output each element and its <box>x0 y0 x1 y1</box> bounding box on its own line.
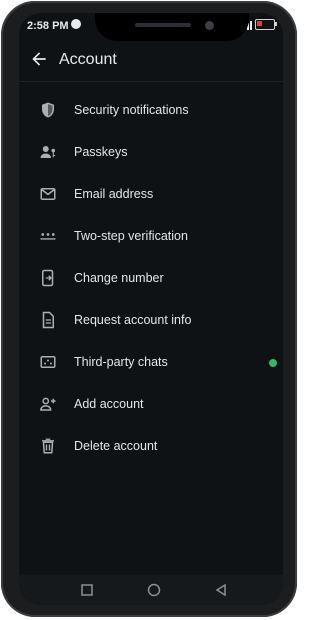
item-label: Two-step verification <box>74 229 188 243</box>
person-add-icon <box>39 395 57 413</box>
camera-notch <box>95 13 249 41</box>
phone-swap-icon <box>39 269 57 287</box>
home-circle-icon[interactable] <box>146 582 162 598</box>
app-bar: Account <box>19 43 283 79</box>
document-icon <box>39 311 57 329</box>
two-step-verification-item[interactable]: Two-step verification <box>19 216 283 258</box>
header-divider <box>19 81 283 82</box>
item-label: Email address <box>74 187 154 201</box>
page-title: Account <box>59 51 117 68</box>
screen: 2:58 PM 4G Account <box>19 13 283 605</box>
third-party-chats-item[interactable]: Third-party chats <box>19 342 283 384</box>
system-nav-bar <box>19 575 283 605</box>
trash-icon <box>39 437 57 455</box>
email-address-item[interactable]: Email address <box>19 174 283 216</box>
item-label: Add account <box>74 397 144 411</box>
item-label: Passkeys <box>74 145 128 159</box>
status-time: 2:58 PM <box>27 20 69 32</box>
phone-frame: 2:58 PM 4G Account <box>1 1 297 617</box>
recents-square-icon[interactable] <box>79 582 95 598</box>
back-arrow-icon[interactable] <box>29 49 49 69</box>
shield-icon <box>39 101 57 119</box>
settings-list: Security notifications Passkeys Email ad… <box>19 90 283 468</box>
security-notifications-item[interactable]: Security notifications <box>19 90 283 132</box>
item-label: Change number <box>74 271 164 285</box>
passkeys-item[interactable]: Passkeys <box>19 132 283 174</box>
password-dots-icon <box>39 227 57 245</box>
request-account-info-item[interactable]: Request account info <box>19 300 283 342</box>
passkey-icon <box>39 143 57 161</box>
chat-box-icon <box>39 353 57 371</box>
delete-account-item[interactable]: Delete account <box>19 426 283 468</box>
add-account-item[interactable]: Add account <box>19 384 283 426</box>
new-badge-dot <box>269 359 277 367</box>
mail-icon <box>39 185 57 203</box>
back-triangle-icon[interactable] <box>213 582 229 598</box>
front-camera <box>205 21 214 30</box>
item-label: Request account info <box>74 313 192 327</box>
whatsapp-status-icon <box>71 19 81 29</box>
item-label: Delete account <box>74 439 158 453</box>
item-label: Third-party chats <box>74 355 168 369</box>
battery-icon <box>255 19 277 30</box>
speaker-grille <box>135 23 191 27</box>
item-label: Security notifications <box>74 103 189 117</box>
change-number-item[interactable]: Change number <box>19 258 283 300</box>
